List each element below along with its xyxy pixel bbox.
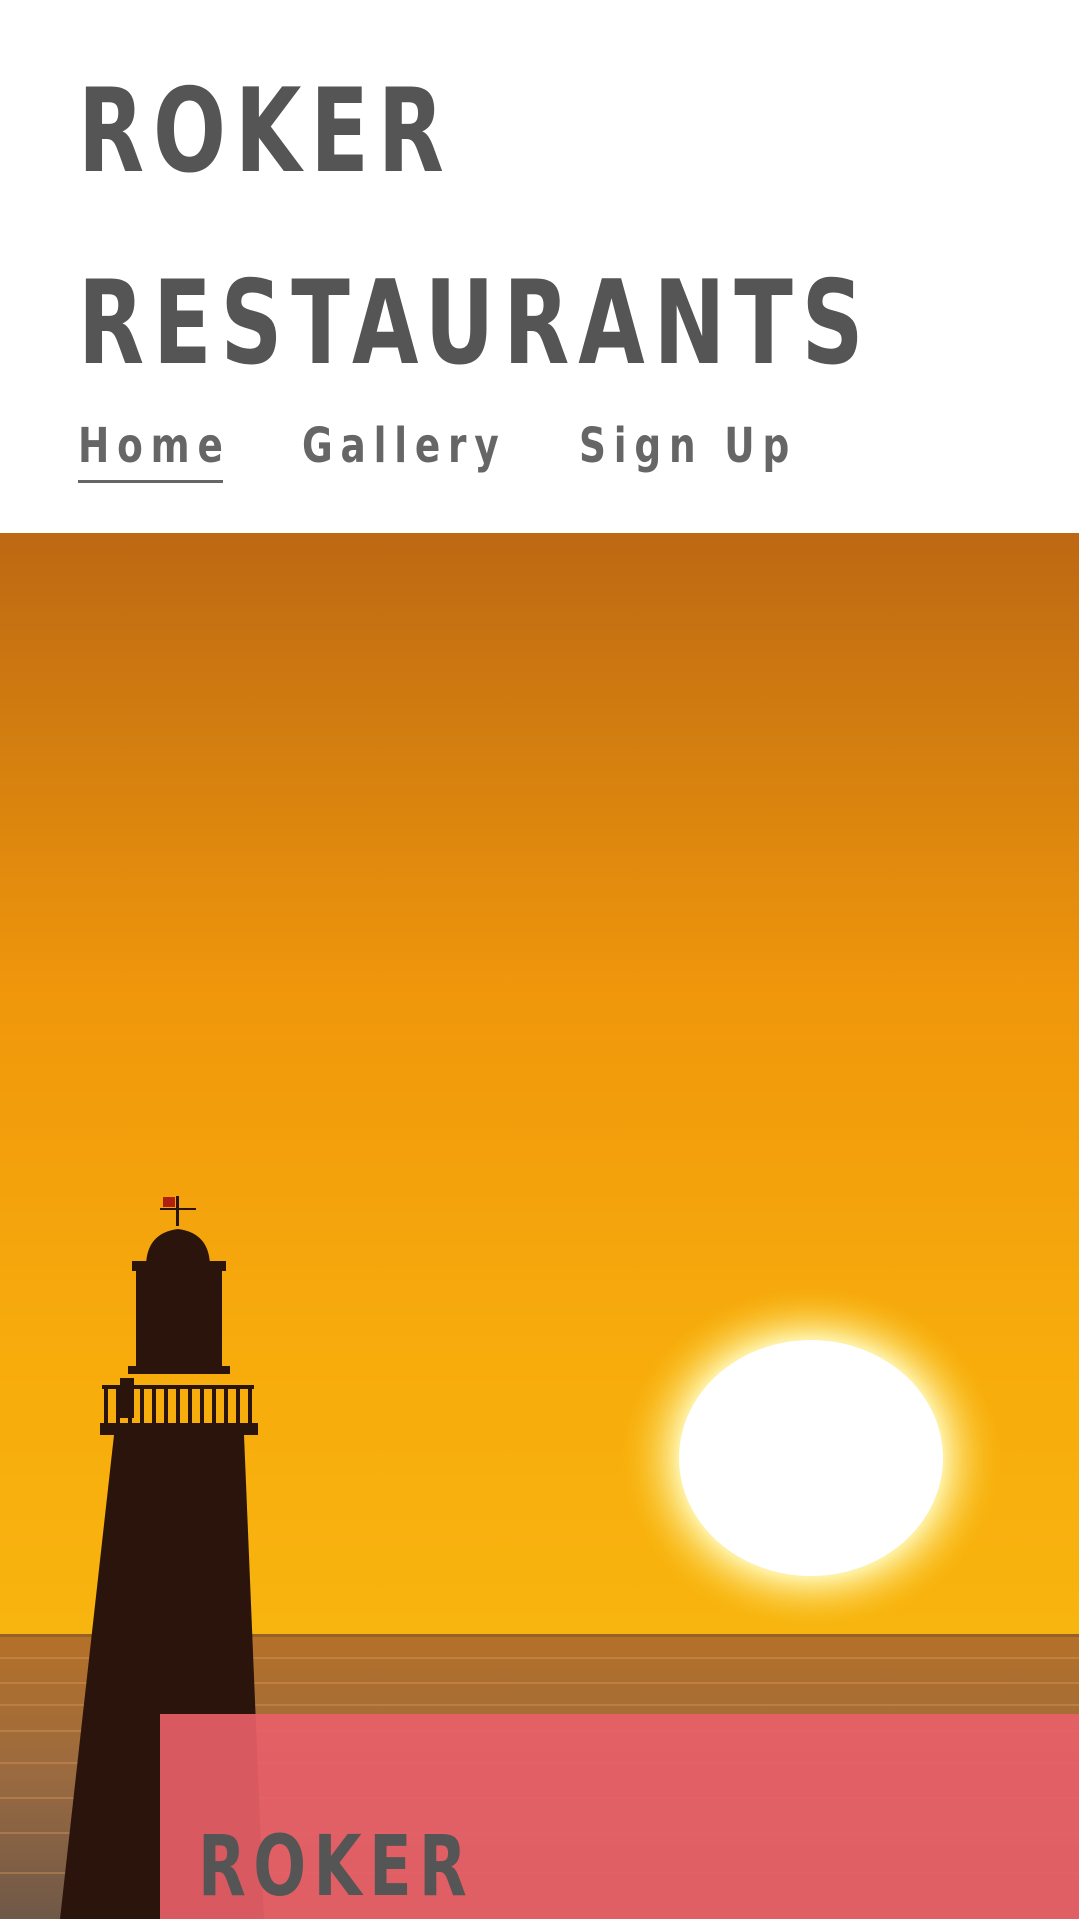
hero-image xyxy=(0,533,1079,1919)
nav-item-gallery[interactable]: Gallery xyxy=(302,418,507,474)
site-title[interactable]: ROKER RESTAURANTS xyxy=(78,36,872,420)
nav-item-sign-up[interactable]: Sign Up xyxy=(579,418,797,474)
nav-active-underline xyxy=(78,480,223,483)
intro-card: ROKER xyxy=(160,1714,1079,1919)
site-title-line2: RESTAURANTS xyxy=(78,256,873,391)
site-title-line1: ROKER xyxy=(78,64,453,199)
card-title: ROKER xyxy=(198,1817,475,1915)
sun xyxy=(679,1340,943,1576)
nav-item-home[interactable]: Home xyxy=(78,418,231,474)
lighthouse-sunset-image xyxy=(0,533,1079,1919)
site-header: ROKER RESTAURANTS Home Gallery Sign Up xyxy=(0,0,1079,533)
